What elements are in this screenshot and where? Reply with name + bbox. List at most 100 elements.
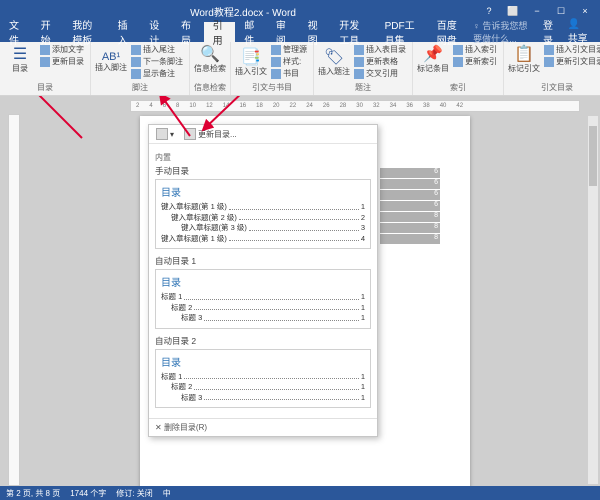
- toc-page-indicator: 8: [380, 234, 440, 244]
- status-page[interactable]: 第 2 页, 共 8 页: [6, 488, 60, 499]
- refresh-icon: [184, 128, 196, 140]
- menu-tab-2[interactable]: 我的模板: [63, 22, 108, 42]
- menu-tab-11[interactable]: PDF工具集: [376, 22, 428, 42]
- toc-page-indicator: 8: [380, 212, 440, 222]
- show-notes-button[interactable]: 显示备注: [129, 68, 185, 79]
- update-toa-button[interactable]: 更新引文目录: [542, 56, 600, 67]
- manage-sources-button[interactable]: 管理源: [269, 44, 309, 55]
- menu-tab-9[interactable]: 视图: [299, 22, 331, 42]
- ruler-horizontal[interactable]: 24681012141618202224262830323436384042: [130, 100, 580, 112]
- cross-ref-button[interactable]: 交叉引用: [352, 68, 408, 79]
- toc-page-indicator: 6: [380, 201, 440, 211]
- toc-page-indicator: 6: [380, 179, 440, 189]
- insert-endnote-button[interactable]: 插入尾注: [129, 44, 185, 55]
- toa-icon: [544, 45, 554, 55]
- ribbon-group-citation: 📑 插入引文 管理源 样式: 书目 引文与书目: [231, 42, 314, 95]
- group-label-citation: 引文与书目: [235, 82, 309, 93]
- next-footnote-button[interactable]: 下一条脚注: [129, 56, 185, 67]
- toc-style-icon: [156, 128, 168, 140]
- next-footnote-icon: [131, 57, 141, 67]
- update-index-button[interactable]: 更新索引: [451, 56, 499, 67]
- toc-title: 目录: [161, 274, 365, 289]
- ribbon-group-authorities: 📋 标记引文 插入引文目录 更新引文目录 引文目录: [504, 42, 600, 95]
- toc-icon: ☰: [13, 44, 27, 64]
- auto2-toc-label: 自动目录 2: [155, 335, 371, 347]
- group-label-index: 索引: [417, 82, 499, 93]
- vertical-scrollbar[interactable]: [588, 116, 598, 484]
- auto1-toc-label: 自动目录 1: [155, 255, 371, 267]
- ribbon-group-caption: 🏷 插入题注 插入表目录 更新表格 交叉引用 题注: [314, 42, 413, 95]
- insert-fig-toc-button[interactable]: 插入表目录: [352, 44, 408, 55]
- menu-tab-10[interactable]: 开发工具: [330, 22, 375, 42]
- ruler-vertical[interactable]: [8, 114, 20, 486]
- toc-button[interactable]: ☰ 目录: [4, 44, 36, 74]
- toc-style-picker[interactable]: ▾: [153, 127, 177, 141]
- style-button[interactable]: 样式:: [269, 56, 309, 67]
- close-icon[interactable]: ×: [576, 6, 594, 16]
- lookup-button[interactable]: 🔍 信息检索: [194, 44, 226, 74]
- insert-caption-button[interactable]: 🏷 插入题注: [318, 44, 350, 79]
- update-table-button[interactable]: 更新表格: [352, 56, 408, 67]
- status-lang[interactable]: 修订: 关闭: [116, 488, 152, 499]
- status-extra[interactable]: 中: [163, 488, 171, 499]
- show-notes-icon: [131, 69, 141, 79]
- menu-tab-1[interactable]: 开始: [32, 22, 64, 42]
- restore-icon[interactable]: ☐: [552, 6, 570, 17]
- fig-toc-icon: [354, 45, 364, 55]
- bibliography-button[interactable]: 书目: [269, 68, 309, 79]
- mark-citation-button[interactable]: 📋 标记引文: [508, 44, 540, 74]
- group-label-caption: 题注: [318, 82, 408, 93]
- window-options-icon[interactable]: ⬜: [504, 6, 522, 17]
- toc-page-bars: 6666888: [380, 168, 440, 245]
- menu-tab-7[interactable]: 邮件: [235, 22, 267, 42]
- manual-toc-preview[interactable]: 目录 键入章标题(第 1 级)1键入章标题(第 2 级)2键入章标题(第 3 级…: [155, 179, 371, 249]
- help-icon[interactable]: ?: [480, 6, 498, 16]
- ribbon-group-footnote: AB¹ 插入脚注 插入尾注 下一条脚注 显示备注 脚注: [91, 42, 190, 95]
- menu-tab-4[interactable]: 设计: [140, 22, 172, 42]
- sources-icon: [271, 45, 281, 55]
- toc-entry: 标题 31: [161, 313, 365, 324]
- update-toc-icon: [40, 57, 50, 67]
- citation-icon: 📑: [241, 47, 261, 67]
- caption-icon: 🏷: [324, 47, 344, 67]
- footnote-icon: AB¹: [102, 51, 120, 63]
- group-label-toc: 目录: [4, 82, 86, 93]
- auto1-toc-preview[interactable]: 目录 标题 11标题 21标题 31: [155, 269, 371, 329]
- menu-tab-12[interactable]: 百度网盘: [428, 22, 473, 42]
- auto2-toc-preview[interactable]: 目录 标题 11标题 21标题 31: [155, 349, 371, 409]
- cross-ref-icon: [354, 69, 364, 79]
- menu-tab-6[interactable]: 引用: [204, 22, 236, 42]
- minimize-icon[interactable]: −: [528, 6, 546, 16]
- mark-entry-button[interactable]: 📌 标记条目: [417, 44, 449, 74]
- ribbon-group-index: 📌 标记条目 插入索引 更新索引 索引: [413, 42, 504, 95]
- group-label-footnote: 脚注: [95, 82, 185, 93]
- menu-tab-5[interactable]: 布局: [172, 22, 204, 42]
- style-icon: [271, 57, 281, 67]
- scrollbar-thumb[interactable]: [589, 126, 597, 186]
- update-toc-button[interactable]: 更新目录: [38, 56, 86, 67]
- menu-tab-8[interactable]: 审阅: [267, 22, 299, 42]
- bibliography-icon: [271, 69, 281, 79]
- insert-toa-button[interactable]: 插入引文目录: [542, 44, 600, 55]
- add-text-button[interactable]: 添加文字: [38, 44, 86, 55]
- menu-tab-0[interactable]: 文件: [0, 22, 32, 42]
- insert-index-icon: [453, 45, 463, 55]
- group-label-authorities: 引文目录: [508, 82, 600, 93]
- menu-tab-3[interactable]: 插入: [109, 22, 141, 42]
- group-label-info: 信息检索: [194, 82, 226, 93]
- lookup-icon: 🔍: [200, 44, 220, 64]
- ribbon-group-info: 🔍 信息检索 信息检索: [190, 42, 231, 95]
- toc-entry: 标题 31: [161, 393, 365, 404]
- ribbon-group-toc: ☰ 目录 添加文字 更新目录 目录: [0, 42, 91, 95]
- status-words[interactable]: 1744 个字: [70, 488, 106, 499]
- insert-footnote-button[interactable]: AB¹ 插入脚注: [95, 44, 127, 79]
- toc-entry: 键入章标题(第 1 级)4: [161, 234, 365, 245]
- insert-citation-button[interactable]: 📑 插入引文: [235, 44, 267, 79]
- remove-toc-button[interactable]: ✕ 删除目录(R): [149, 418, 377, 436]
- update-index-icon: [453, 57, 463, 67]
- insert-index-button[interactable]: 插入索引: [451, 44, 499, 55]
- update-toc-dropdown-button[interactable]: 更新目录...: [181, 127, 240, 141]
- builtin-label: 内置: [155, 152, 371, 163]
- update-table-icon: [354, 57, 364, 67]
- workspace: 24681012141618202224262830323436384042 6…: [0, 96, 600, 486]
